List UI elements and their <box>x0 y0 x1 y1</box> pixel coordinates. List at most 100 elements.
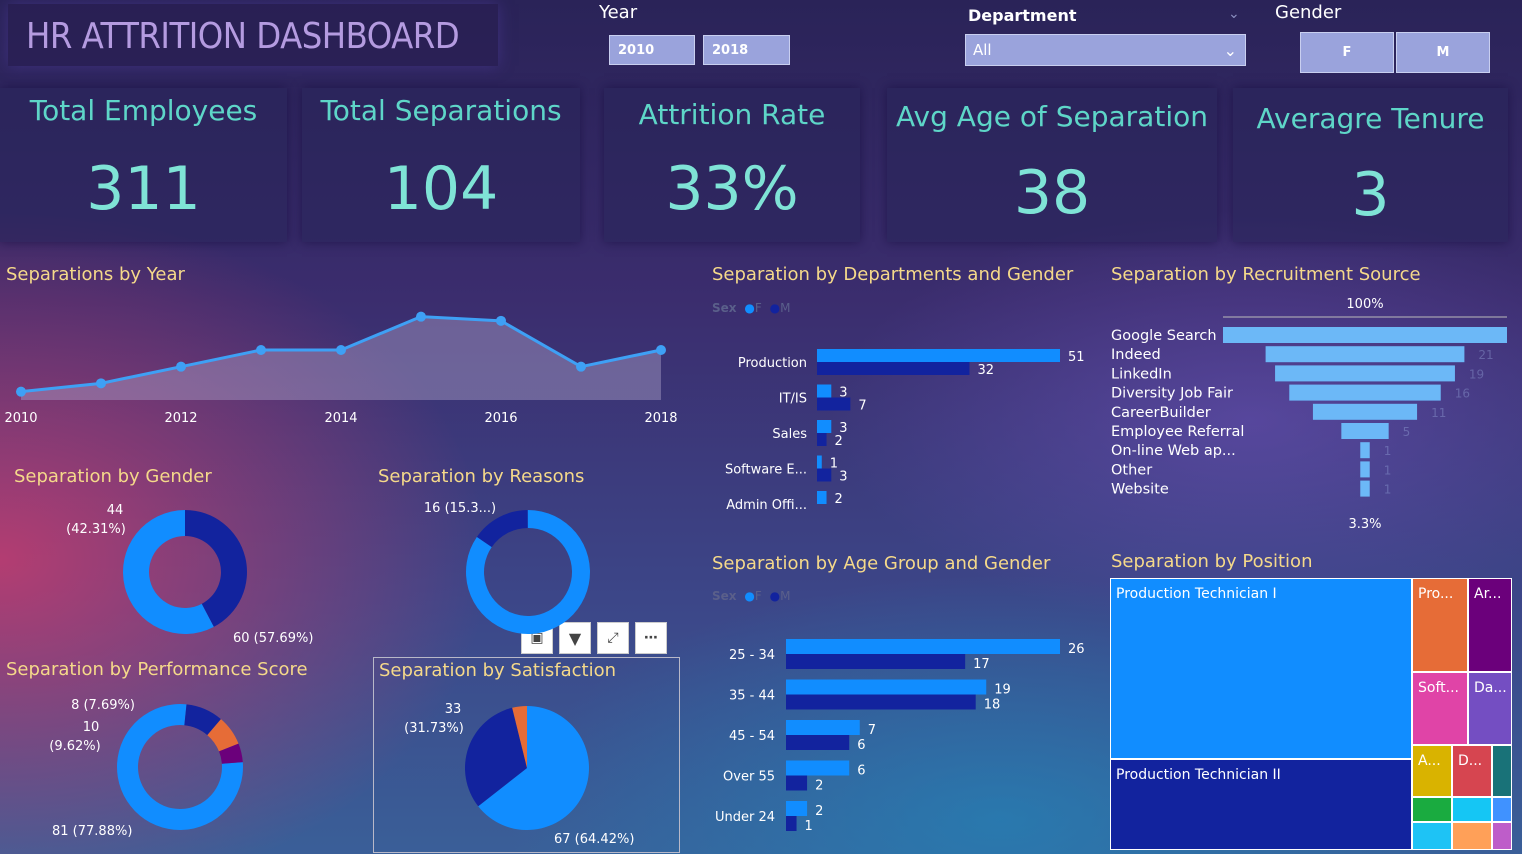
data-label: 44 <box>107 503 124 518</box>
department-collapse-icon[interactable]: ⌄ <box>1228 6 1240 22</box>
kpi-card-total-separations: Total Separations 104 <box>302 88 580 242</box>
kpi-value: 104 <box>383 154 499 224</box>
funnel-top-label: 100% <box>1346 297 1383 312</box>
section-title-satisfaction: Separation by Satisfaction <box>379 660 617 681</box>
category-label: Admin Offi... <box>726 498 807 513</box>
title-banner: HR ATTRITION DASHBOARD <box>8 4 498 66</box>
bar <box>786 775 808 791</box>
chart-satisfaction: 67 (64.42%) 33 (31.73%) <box>404 702 634 847</box>
bar-value-label: 7 <box>858 399 866 414</box>
chart-year: 2010 2012 2014 2016 2018 <box>4 311 678 426</box>
category-label: 25 - 34 <box>729 648 775 663</box>
chart-recruitment: 100% Google Search Indeed 21 LinkedIn 19 Diver… <box>1111 297 1507 532</box>
gender-m-button[interactable]: M <box>1396 32 1490 73</box>
chart-position: Production Technician I Production Techni… <box>1110 578 1512 850</box>
section-title-performance: Separation by Performance Score <box>6 659 308 680</box>
x-tick-label: 2014 <box>324 411 357 426</box>
x-tick-label: 2012 <box>164 411 197 426</box>
funnel-bottom-label: 3.3% <box>1348 517 1381 532</box>
data-label: 33 <box>445 702 462 717</box>
funnel-category: Indeed <box>1111 347 1161 363</box>
kpi-value: 3 <box>1351 160 1390 230</box>
kpi-card-avg-tenure: Averagre Tenure 3 <box>1233 88 1508 242</box>
department-dropdown[interactable]: All ⌄ <box>965 34 1246 66</box>
gender-f-button[interactable]: F <box>1300 32 1394 73</box>
funnel-value: 21 <box>1478 348 1493 362</box>
x-tick-label: 2016 <box>484 411 517 426</box>
chevron-down-icon: ⌄ <box>1223 40 1237 60</box>
year-point <box>256 345 266 355</box>
year-point <box>496 315 506 326</box>
kpi-card-avg-age: Avg Age of Separation 38 <box>887 88 1217 242</box>
bar <box>786 654 966 669</box>
funnel-category: Website <box>1111 482 1169 498</box>
funnel-category: LinkedIn <box>1111 366 1172 382</box>
category-label: Under 24 <box>715 810 775 825</box>
kpi-title: Total Employees <box>29 94 258 127</box>
year-point <box>416 311 426 322</box>
funnel-bar <box>1265 346 1465 363</box>
chart-gender: 44 (42.31%) 60 (57.69%) <box>66 503 313 646</box>
treemap-label: Production Technician I <box>1116 586 1277 602</box>
section-title-position: Separation by Position <box>1111 551 1313 572</box>
bar <box>786 720 860 735</box>
treemap-label: D... <box>1458 753 1482 769</box>
bar <box>786 694 976 710</box>
bar <box>786 679 987 695</box>
legend-age: Sex ●F ●M <box>712 589 791 603</box>
kpi-card-attrition-rate: Attrition Rate 33% <box>604 88 860 242</box>
bar <box>786 801 808 816</box>
funnel-bar <box>1360 442 1370 459</box>
chart-reasons: 16 (15.3...) <box>424 501 590 634</box>
section-title-year: Separations by Year <box>6 264 185 285</box>
funnel-value: 16 <box>1455 387 1470 401</box>
funnel-category: On-line Web ap... <box>1111 443 1236 459</box>
kpi-title: Averagre Tenure <box>1256 102 1485 135</box>
bar-value-label: 17 <box>973 657 990 672</box>
page-title: HR ATTRITION DASHBOARD <box>26 16 460 57</box>
funnel-bar <box>1341 423 1389 439</box>
kpi-title: Avg Age of Separation <box>896 100 1208 133</box>
year-to-input[interactable]: 2018 <box>703 35 790 65</box>
treemap-label: A... <box>1418 753 1441 769</box>
data-label: 81 (77.88%) <box>52 824 132 839</box>
category-label: 45 - 54 <box>729 729 775 744</box>
chart-performance: 81 (77.88%) 10 (9.62%) 8 (7.69%) <box>49 698 243 839</box>
kpi-title: Attrition Rate <box>638 98 826 131</box>
funnel-bar <box>1289 384 1441 401</box>
kpi-value: 33% <box>665 154 799 224</box>
treemap-cell <box>1492 822 1512 850</box>
category-label: Sales <box>772 427 807 442</box>
data-label: 10 <box>83 720 100 735</box>
bar-value-label: 2 <box>835 492 843 507</box>
bar-value-label: 7 <box>868 723 876 738</box>
bar-value-label: 32 <box>977 363 994 378</box>
funnel-bar <box>1275 365 1455 382</box>
bar <box>786 735 850 750</box>
bar <box>786 816 797 831</box>
year-point <box>96 378 106 389</box>
bar <box>786 760 850 776</box>
bar-value-label: 19 <box>994 683 1011 698</box>
section-title-gender: Separation by Gender <box>14 466 212 487</box>
bar <box>817 349 1060 362</box>
x-tick-label: 2018 <box>644 411 677 426</box>
treemap-label: Da... <box>1474 680 1507 696</box>
legend-dept: Sex ●F ●M <box>712 301 791 315</box>
kpi-title: Total Separations <box>320 94 562 127</box>
funnel-category: Google Search <box>1111 328 1217 344</box>
section-title-recruitment: Separation by Recruitment Source <box>1111 264 1421 285</box>
bar-value-label: 51 <box>1068 350 1085 365</box>
data-label: 8 (7.69%) <box>71 698 135 713</box>
category-label: Over 55 <box>723 770 775 785</box>
bar-value-label: 6 <box>857 764 865 779</box>
treemap-cell <box>1412 797 1452 822</box>
bar-value-label: 1 <box>805 819 813 834</box>
bar-value-label: 6 <box>857 738 865 753</box>
treemap-cell <box>1110 578 1412 759</box>
bar <box>786 639 1060 654</box>
funnel-bar <box>1360 461 1370 478</box>
treemap-cell <box>1452 822 1492 850</box>
year-from-input[interactable]: 2010 <box>609 35 695 65</box>
section-title-dept-gender: Separation by Departments and Gender <box>712 264 1074 285</box>
